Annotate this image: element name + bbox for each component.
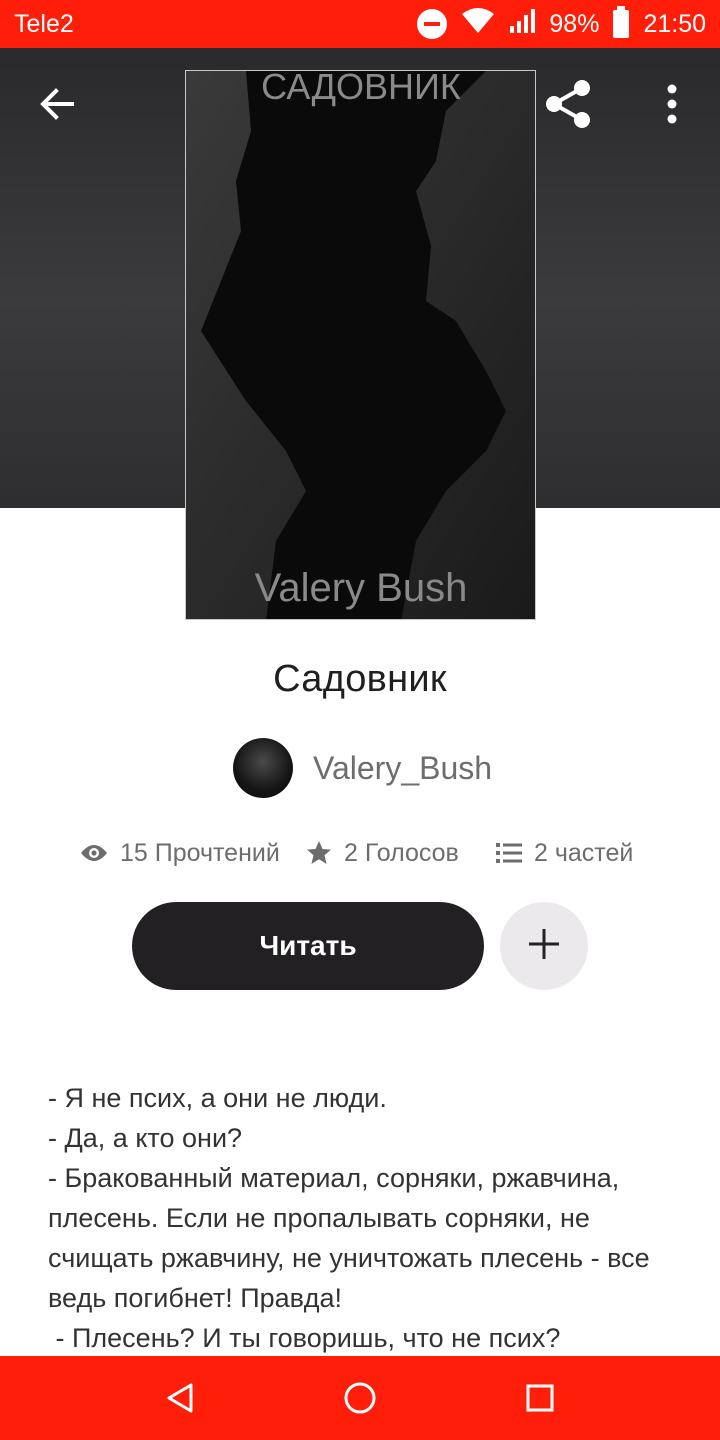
add-to-library-button[interactable] bbox=[500, 902, 588, 990]
more-options-icon[interactable] bbox=[644, 76, 700, 132]
battery-level: 98% bbox=[549, 9, 600, 38]
do-not-disturb-icon bbox=[417, 9, 448, 39]
battery-icon bbox=[613, 6, 630, 38]
reads-stat: 15 Прочтений bbox=[80, 833, 280, 873]
back-arrow-icon[interactable] bbox=[28, 76, 84, 132]
share-icon[interactable] bbox=[540, 76, 596, 132]
list-icon bbox=[496, 842, 522, 864]
system-nav-bar bbox=[0, 1356, 720, 1440]
nav-recent-apps-icon[interactable] bbox=[510, 1368, 570, 1428]
book-cover[interactable]: САДОВНИК Valery Bush bbox=[185, 70, 536, 620]
carrier-label: Tele2 bbox=[14, 9, 74, 38]
nav-home-icon[interactable] bbox=[330, 1368, 390, 1428]
book-description: - Я не псих, а они не люди. - Да, а кто … bbox=[48, 1083, 650, 1353]
author-avatar[interactable] bbox=[233, 738, 293, 798]
clock: 21:50 bbox=[643, 9, 706, 38]
cover-title-text: САДОВНИК bbox=[261, 71, 461, 107]
eye-icon bbox=[80, 843, 108, 863]
votes-count: 2 Голосов bbox=[344, 838, 459, 867]
parts-count: 2 частей bbox=[534, 838, 634, 867]
author-row[interactable]: Valery_Bush bbox=[233, 738, 492, 798]
votes-stat: 2 Голосов bbox=[306, 833, 459, 873]
star-icon bbox=[306, 840, 332, 866]
author-name[interactable]: Valery_Bush bbox=[313, 750, 492, 787]
cover-author-text: Valery Bush bbox=[255, 566, 468, 610]
parts-stat: 2 частей bbox=[496, 833, 633, 873]
book-title: Садовник bbox=[273, 658, 447, 700]
stats-row: 15 Прочтений 2 Голосов 2 частей bbox=[0, 833, 720, 873]
plus-icon bbox=[527, 927, 561, 966]
signal-icon bbox=[509, 8, 536, 41]
wifi-icon bbox=[461, 7, 495, 41]
nav-back-icon[interactable] bbox=[150, 1368, 210, 1428]
status-bar: Tele2 98% 21:50 bbox=[0, 0, 720, 48]
read-button[interactable]: Читать bbox=[132, 902, 484, 990]
reads-count: 15 Прочтений bbox=[120, 838, 280, 867]
